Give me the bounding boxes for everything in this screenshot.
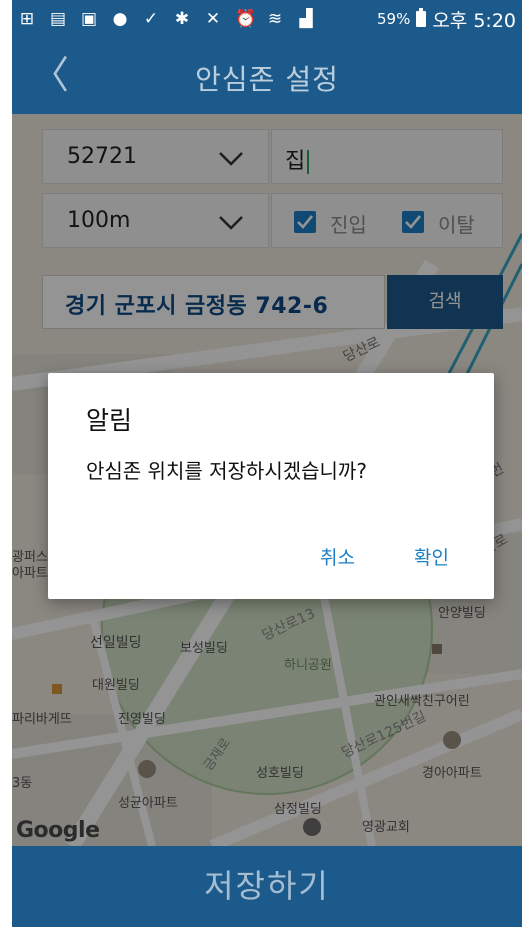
bluetooth-icon: ✱ [174, 9, 190, 29]
status-right: 59% 오후 5:20 [377, 6, 516, 33]
chat-icon: ● [112, 9, 128, 29]
image-icon: ▣ [80, 9, 98, 29]
alarm-icon: ⏰ [235, 9, 257, 29]
wifi-icon: ≋ [267, 9, 283, 29]
dialog-title: 알림 [86, 406, 133, 435]
check-icon: ✓ [143, 9, 159, 29]
ok-button[interactable]: 확인 [414, 543, 449, 570]
battery-icon [416, 8, 427, 27]
cancel-button[interactable]: 취소 [320, 543, 355, 570]
signal-icon: ▟ [299, 9, 313, 29]
status-bar: ⊞ ▤ ▣ ● ✓ ✱ ✕ ⏰ ≋ ▟ 59% 오후 5:20 [12, 0, 522, 38]
dialog-message: 안심존 위치를 저장하시겠습니까? [86, 459, 367, 483]
notes-icon: ▤ [49, 9, 67, 29]
mute-icon: ✕ [205, 9, 221, 29]
plus-box-icon: ⊞ [19, 9, 35, 29]
battery-percent: 59% [376, 10, 411, 28]
status-time: 오후 5:20 [432, 9, 516, 32]
app-header: 〈 안심존 설정 [12, 38, 522, 114]
save-button[interactable]: 저장하기 [12, 846, 522, 927]
confirm-dialog: 알림 안심존 위치를 저장하시겠습니까? 취소 확인 [48, 373, 494, 599]
page-title: 안심존 설정 [195, 63, 339, 96]
status-icons: ⊞ ▤ ▣ ● ✓ ✱ ✕ ⏰ ≋ ▟ [18, 10, 315, 28]
